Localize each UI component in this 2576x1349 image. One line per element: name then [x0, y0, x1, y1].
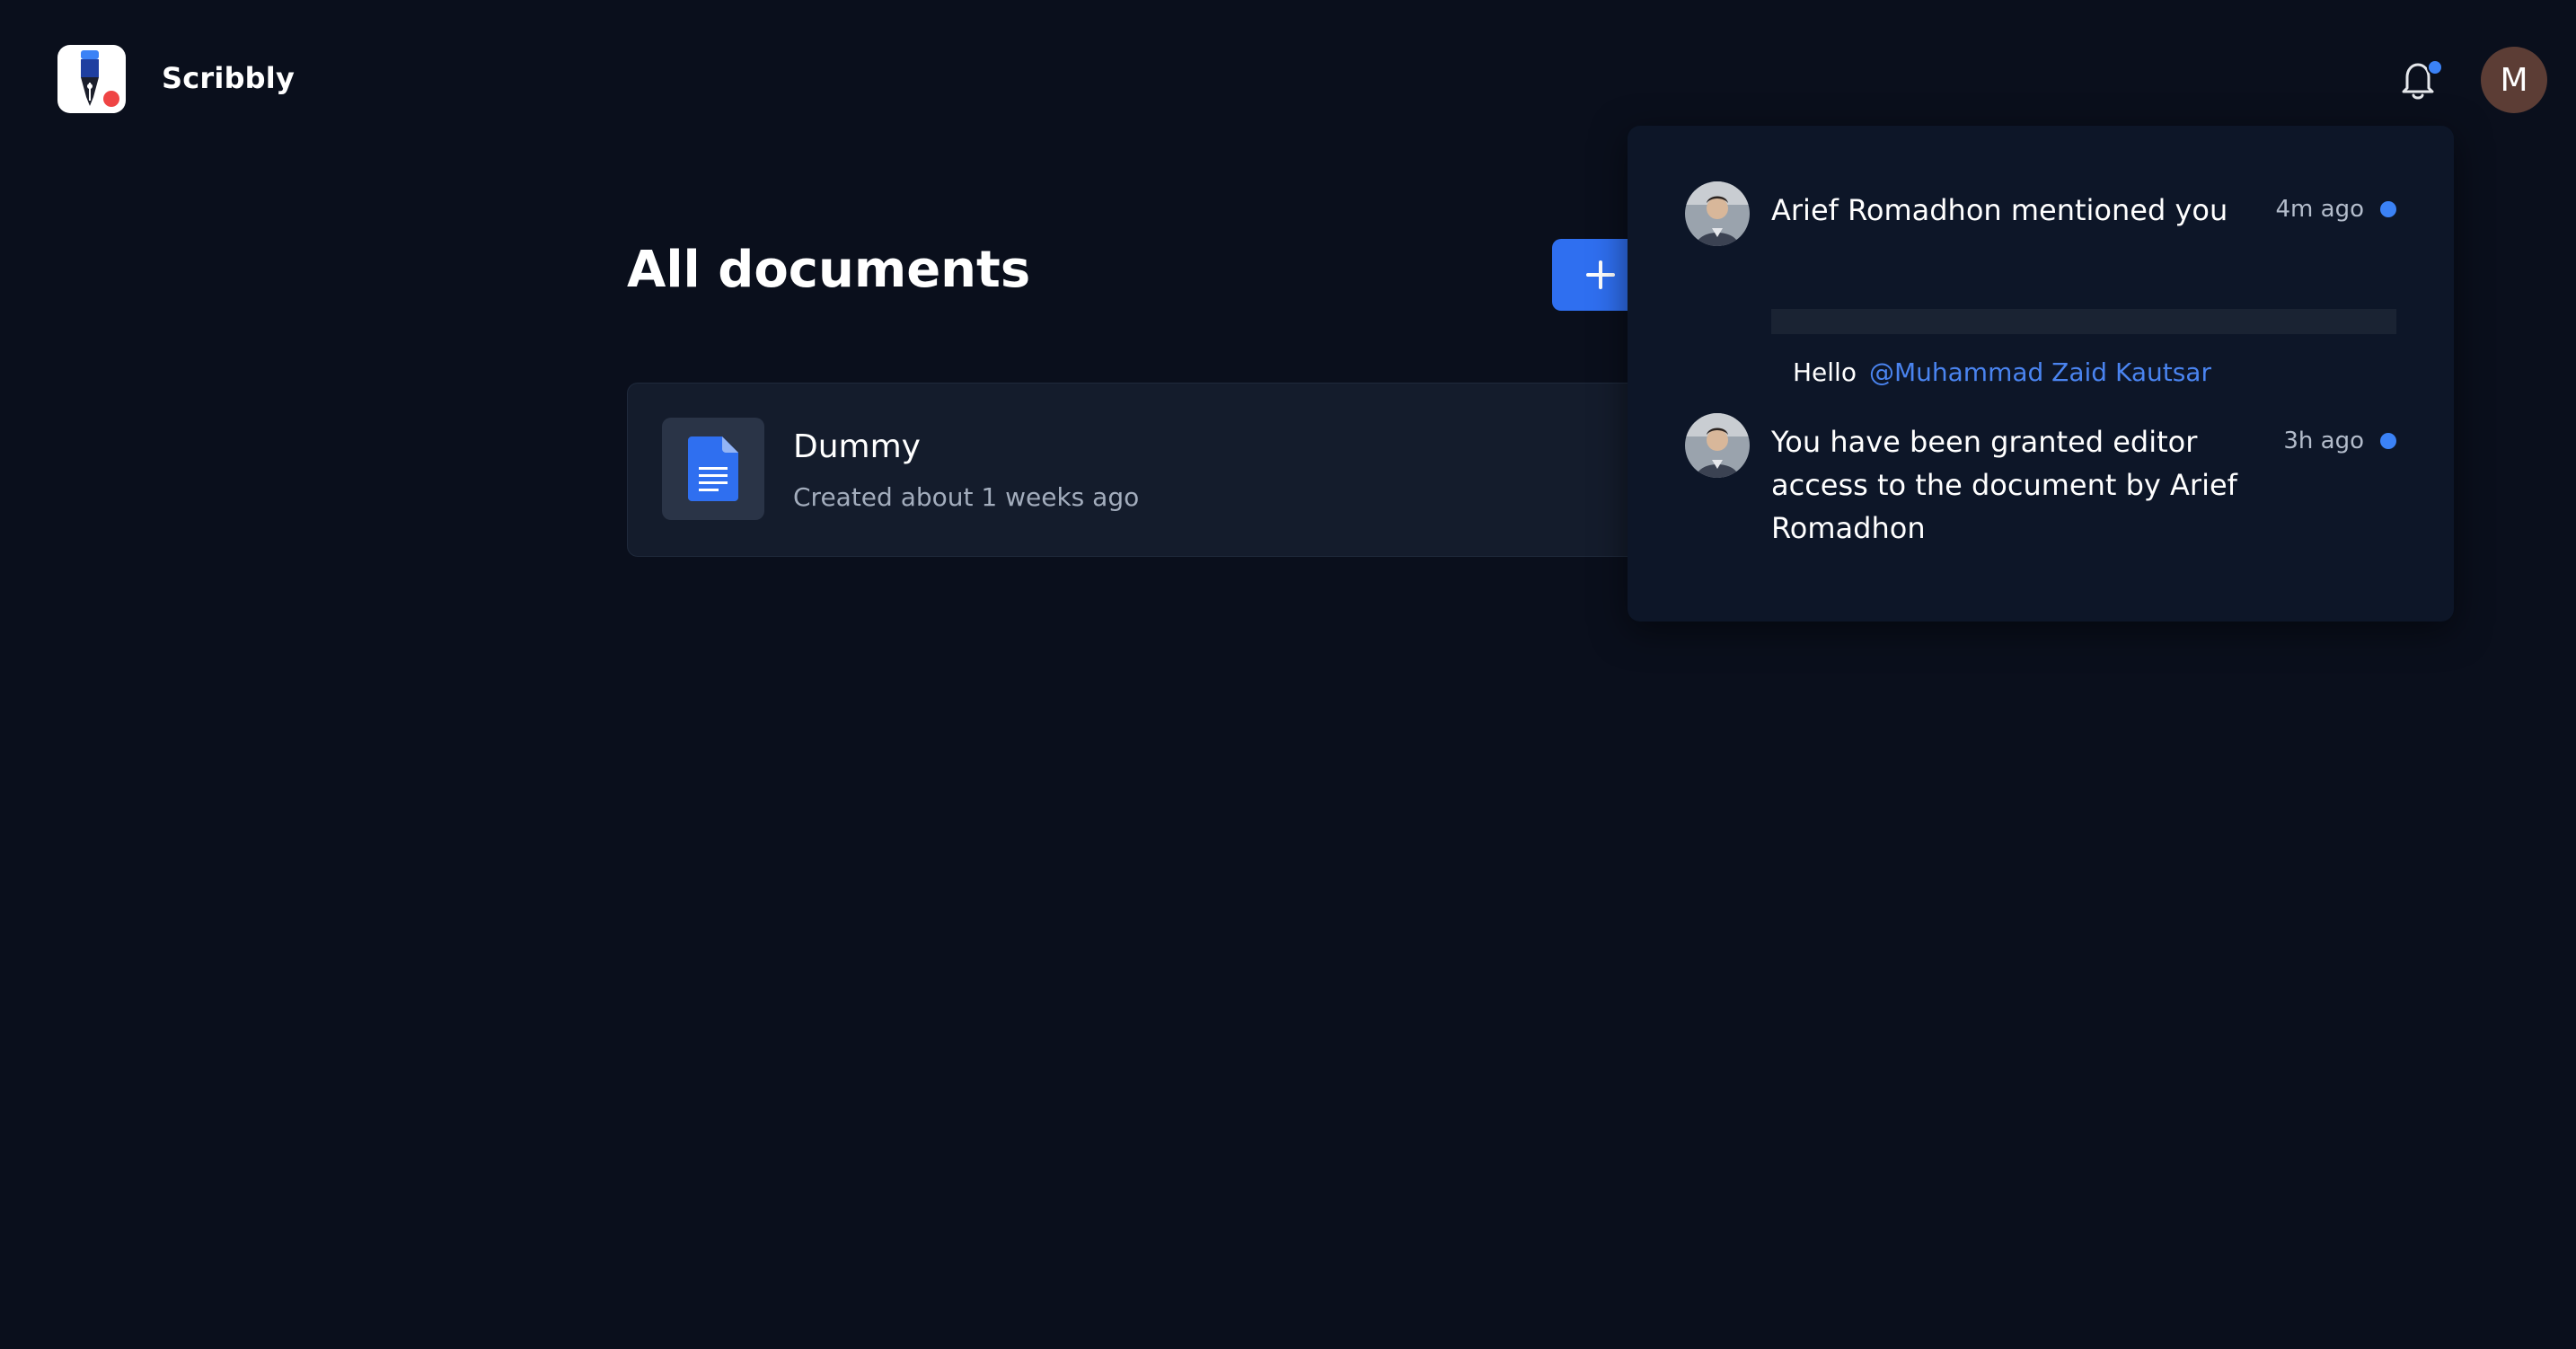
notifications-panel: Arief Romadhon mentioned you 4m ago Hell… [1628, 126, 2454, 622]
document-icon [688, 436, 738, 501]
notification-time: 3h ago [2283, 428, 2364, 454]
document-created-date: Created about 1 weeks ago [793, 482, 1140, 512]
notification-unread-dot [2427, 59, 2443, 75]
pen-logo-icon [81, 50, 119, 107]
notification-time: 4m ago [2275, 196, 2364, 223]
quote-bar [1771, 309, 2396, 334]
person-avatar-icon [1685, 413, 1750, 478]
notifications-button[interactable] [2393, 54, 2443, 104]
plus-icon [1586, 260, 1615, 289]
page-title: All documents [627, 241, 1031, 299]
unread-indicator [2380, 433, 2396, 449]
quote-prefix: Hello [1793, 357, 1857, 387]
person-avatar-icon [1685, 181, 1750, 246]
mention-link[interactable]: @Muhammad Zaid Kautsar [1869, 357, 2211, 387]
notification-action: mentioned you [2001, 193, 2228, 227]
notification-item[interactable]: Arief Romadhon mentioned you 4m ago Hell… [1628, 181, 2454, 415]
notification-message: You have been granted editor access to t… [1771, 425, 2237, 545]
brand-name: Scribbly [162, 61, 296, 95]
document-card[interactable]: Dummy Created about 1 weeks ago [627, 383, 1671, 557]
notification-author-avatar [1685, 413, 1750, 478]
notification-item[interactable]: You have been granted editor access to t… [1628, 413, 2454, 575]
user-avatar[interactable]: M [2481, 47, 2547, 113]
unread-indicator [2380, 201, 2396, 217]
document-icon-tile [662, 418, 764, 520]
document-title: Dummy [793, 428, 921, 465]
notification-author: Arief Romadhon [1771, 193, 2002, 227]
mention-quote: Hello @Muhammad Zaid Kautsar [1793, 357, 2211, 387]
scribbly-logo[interactable] [57, 45, 126, 113]
notification-author-avatar [1685, 181, 1750, 246]
notification-message: Arief Romadhon mentioned you [1771, 189, 2256, 232]
